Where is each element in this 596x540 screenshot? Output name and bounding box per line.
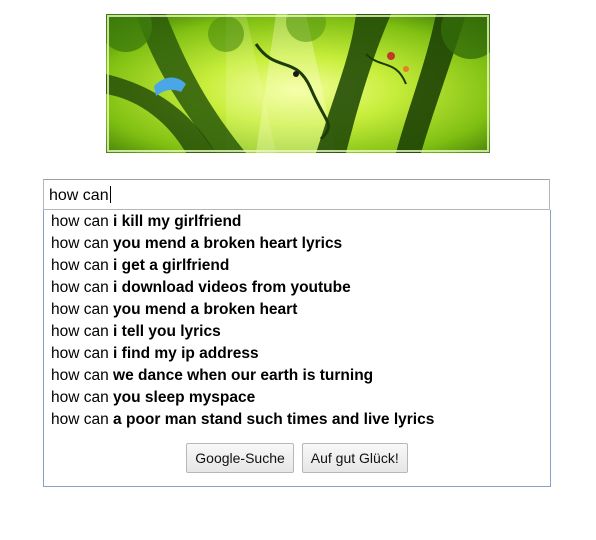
suggestion-prefix: how can — [51, 345, 109, 362]
suggestion-item[interactable]: how can i tell you lyrics — [51, 321, 434, 343]
suggestion-completion: you sleep myspace — [113, 389, 256, 406]
search-query-text: how can — [49, 187, 109, 204]
suggestion-completion: a poor man stand such times and live lyr… — [113, 411, 435, 428]
suggestion-completion: i get a girlfriend — [113, 257, 230, 274]
suggestion-completion: you mend a broken heart — [113, 301, 298, 318]
search-input[interactable]: how can — [43, 179, 550, 210]
doodle-logo[interactable] — [106, 14, 490, 153]
suggestion-item[interactable]: how can you mend a broken heart — [51, 299, 434, 321]
google-search-button[interactable]: Google-Suche — [186, 443, 294, 473]
button-row: Google-Suche Auf gut Glück! — [44, 443, 550, 473]
suggestion-item[interactable]: how can i find my ip address — [51, 343, 434, 365]
suggestion-completion: you mend a broken heart lyrics — [113, 235, 343, 252]
feeling-lucky-button[interactable]: Auf gut Glück! — [301, 443, 408, 473]
suggestion-completion: i tell you lyrics — [113, 323, 221, 340]
suggestion-prefix: how can — [51, 213, 109, 230]
suggestion-prefix: how can — [51, 323, 109, 340]
suggestion-prefix: how can — [51, 279, 109, 296]
suggestion-completion: we dance when our earth is turning — [113, 367, 374, 384]
suggestion-prefix: how can — [51, 301, 109, 318]
suggestion-item[interactable]: how can i download videos from youtube — [51, 277, 434, 299]
suggestion-item[interactable]: how can you mend a broken heart lyrics — [51, 233, 434, 255]
suggestion-completion: i download videos from youtube — [113, 279, 351, 296]
suggestion-prefix: how can — [51, 389, 109, 406]
suggestion-completion: i find my ip address — [113, 345, 259, 362]
suggestion-prefix: how can — [51, 235, 109, 252]
suggestion-completion: i kill my girlfriend — [113, 213, 242, 230]
suggestion-item[interactable]: how can you sleep myspace — [51, 387, 434, 409]
suggestion-prefix: how can — [51, 411, 109, 428]
suggestion-item[interactable]: how can a poor man stand such times and … — [51, 409, 434, 431]
suggestion-prefix: how can — [51, 257, 109, 274]
suggestion-prefix: how can — [51, 367, 109, 384]
suggestion-item[interactable]: how can we dance when our earth is turni… — [51, 365, 434, 387]
autocomplete-dropdown: how can i kill my girlfriend how can you… — [43, 210, 551, 487]
suggestion-item[interactable]: how can i get a girlfriend — [51, 255, 434, 277]
suggestion-list: how can i kill my girlfriend how can you… — [51, 211, 434, 431]
text-caret — [109, 186, 111, 203]
suggestion-item[interactable]: how can i kill my girlfriend — [51, 211, 434, 233]
